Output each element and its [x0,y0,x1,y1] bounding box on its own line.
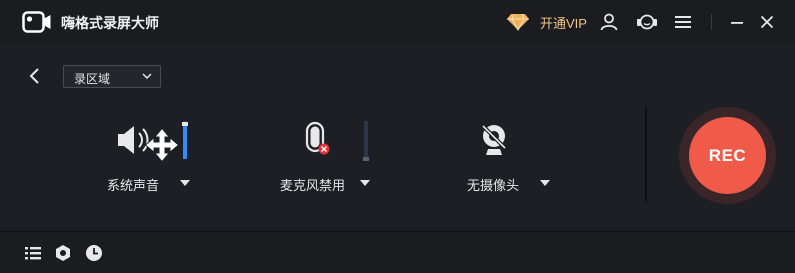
mic-volume-knob[interactable] [363,157,369,161]
disabled-badge-icon [318,143,330,155]
user-icon [600,13,618,31]
record-mode-value: 录区域 [74,72,111,86]
chevron-down-icon [142,73,152,80]
speaker-volume-fill [183,124,187,159]
vip-label: 开通VIP [540,15,587,31]
support-icon [637,14,657,30]
record-divider [645,106,647,202]
speaker-dropdown-caret[interactable] [180,180,190,186]
bottom-bar [0,231,795,273]
vip-button[interactable]: 开通VIP [506,11,587,33]
record-label: REC [708,145,747,165]
clock-icon[interactable] [85,244,103,262]
speaker-volume-slider[interactable] [182,121,188,159]
mic-volume-slider[interactable] [363,121,369,161]
chevron-left-icon [29,68,39,84]
speaker-volume-knob[interactable] [182,122,188,126]
record-mode-select[interactable]: 录区域 [63,65,161,88]
minimize-button[interactable] [726,11,748,33]
support-button[interactable] [636,11,658,33]
menu-icon [675,16,691,28]
mic-dropdown-caret[interactable] [360,180,370,186]
record-button[interactable]: REC [689,117,766,194]
diamond-icon [507,13,529,31]
camera-dropdown-caret[interactable] [540,180,550,186]
minimize-icon [731,22,743,24]
speaker-icon [118,126,149,154]
close-button[interactable] [756,11,778,33]
user-button[interactable] [598,11,620,33]
mic-toggle[interactable] [302,121,332,159]
mic-label: 麦克风禁用 [280,178,346,193]
camera-toggle[interactable] [479,122,509,158]
app-title: 嗨格式录屏大师 [61,15,159,31]
title-bar: 嗨格式录屏大师 开通VIP [0,0,795,44]
camera-disabled-icon [481,124,507,155]
close-icon [760,15,774,29]
camera-label: 无摄像头 [467,178,520,193]
menu-button[interactable] [672,11,694,33]
app-logo-icon [22,11,51,33]
speaker-toggle[interactable] [115,121,181,161]
settings-icon[interactable] [54,244,72,262]
speaker-label: 系统声音 [107,178,160,193]
titlebar-separator [711,14,712,30]
list-icon[interactable] [24,244,42,262]
back-button[interactable] [26,66,44,86]
